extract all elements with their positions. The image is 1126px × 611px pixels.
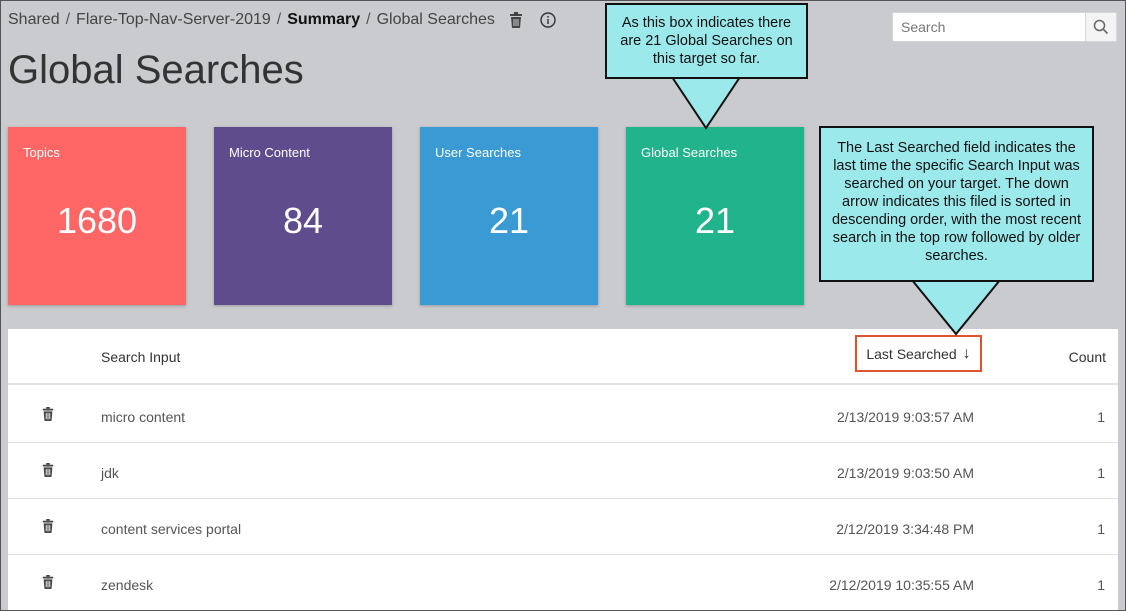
callout-pointer-last-searched — [909, 279, 1003, 336]
callout-last-searched: The Last Searched field indicates the la… — [819, 126, 1094, 282]
callout-global-searches: As this box indicates there are 21 Globa… — [605, 3, 808, 79]
callout-last-searched-text: The Last Searched field indicates the la… — [831, 140, 1082, 264]
callout-pointers — [670, 76, 1003, 336]
callout-global-text: As this box indicates there are 21 Globa… — [620, 15, 793, 67]
callout-pointer-global — [670, 76, 742, 130]
